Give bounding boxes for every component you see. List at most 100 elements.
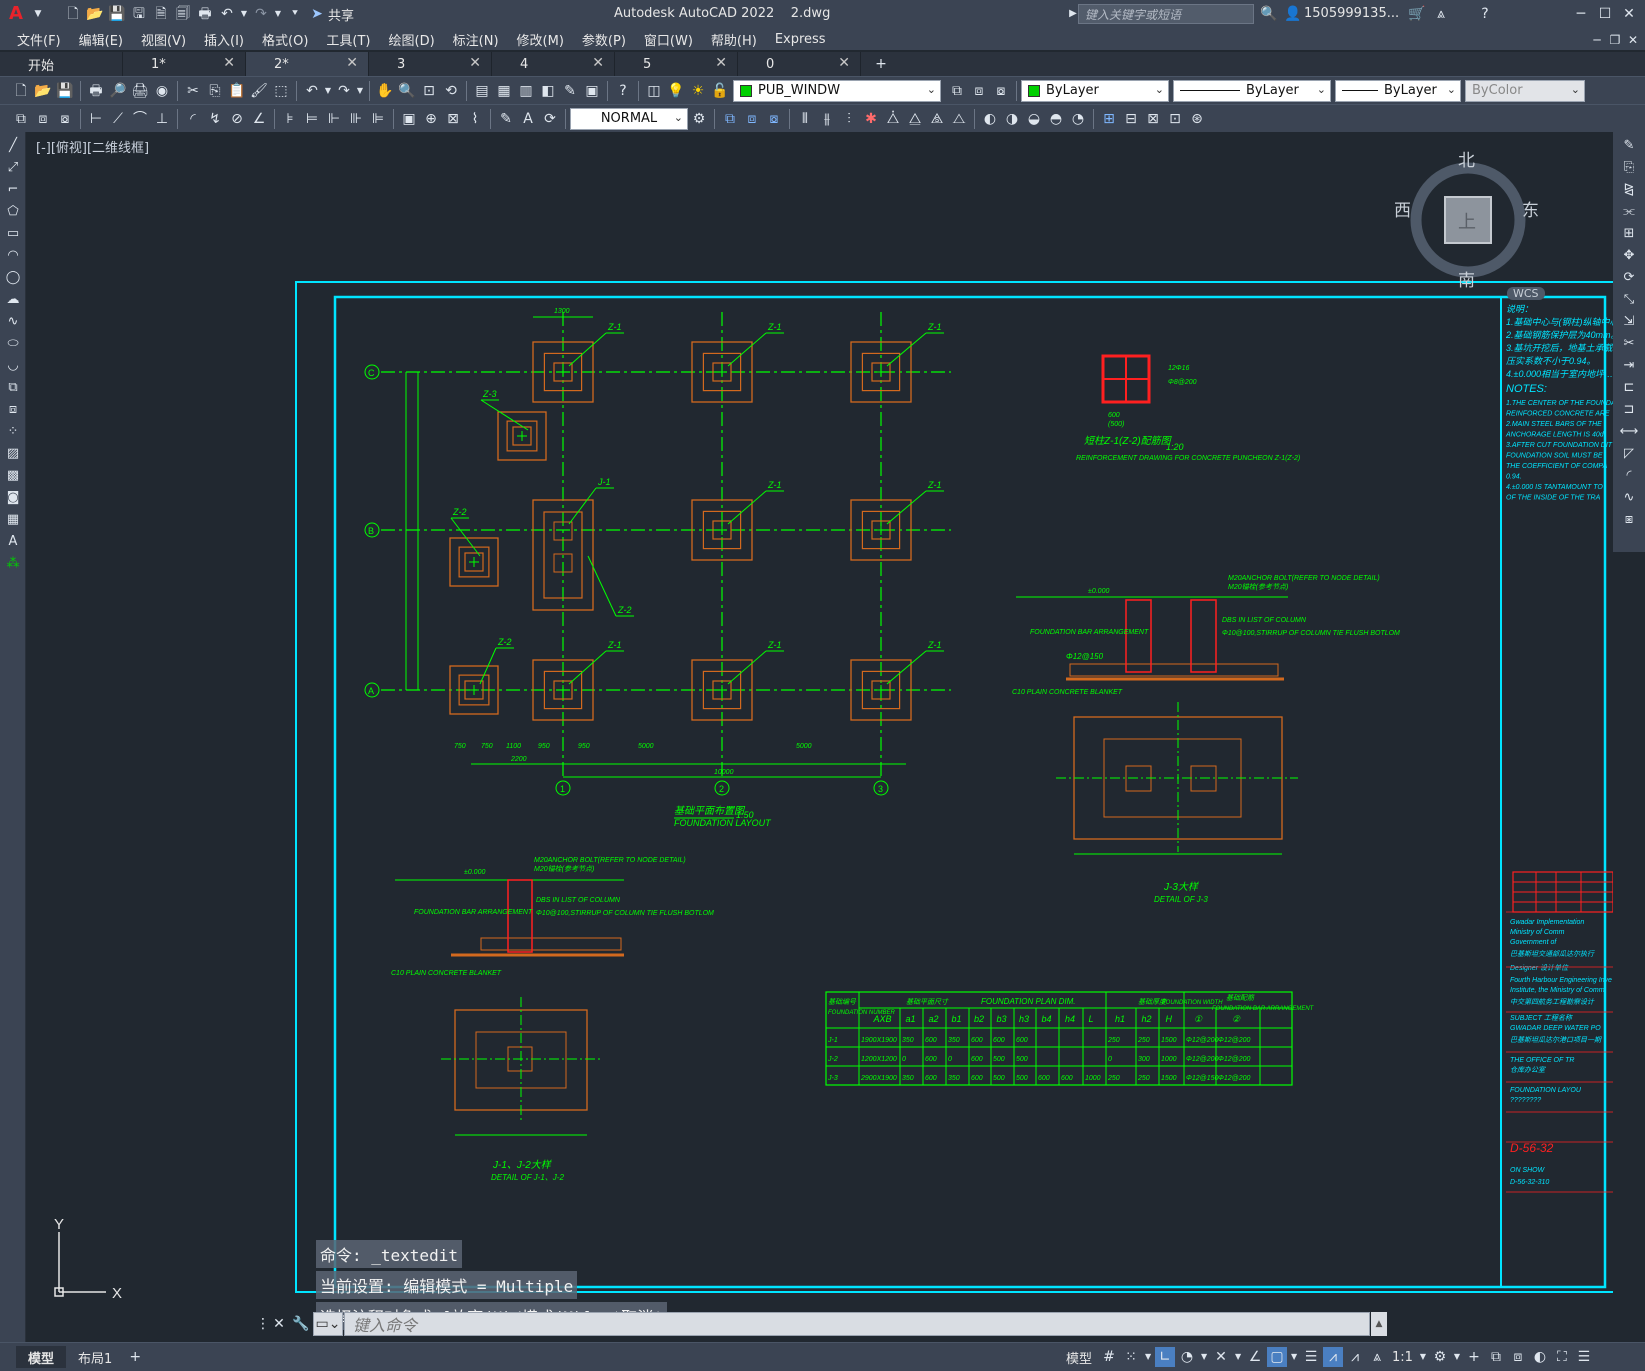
redo-icon[interactable]: ↷ xyxy=(251,4,271,24)
viewcube-north[interactable]: 北 xyxy=(1458,146,1475,171)
workspace-dd-icon[interactable]: ▼ xyxy=(1452,1347,1462,1367)
new-file-icon[interactable]: 🗋 xyxy=(63,4,83,24)
dim-continue-icon[interactable]: ⊩ xyxy=(324,109,344,129)
new-tab-icon[interactable]: + xyxy=(871,54,891,74)
osnap-dd-icon[interactable]: ▼ xyxy=(1289,1347,1299,1367)
revcloud-tool-icon[interactable]: ☁ xyxy=(3,290,23,308)
viewcube-top-face[interactable]: 上 xyxy=(1458,208,1476,234)
menu-item[interactable]: 修改(M) xyxy=(508,30,573,49)
command-history-expand-icon[interactable]: ▲ xyxy=(1371,1312,1387,1336)
calc-icon[interactable]: ▣ xyxy=(582,81,602,101)
make-current-layer-icon[interactable]: ⧉ xyxy=(947,81,967,101)
dim-update-icon[interactable]: ⟳ xyxy=(540,109,560,129)
image-icon[interactable]: ⊠ xyxy=(1143,109,1163,129)
pan-icon[interactable]: ✋ xyxy=(375,81,395,101)
rectangle-tool-icon[interactable]: ▭ xyxy=(3,224,23,242)
circle-tool-icon[interactable]: ◯ xyxy=(3,268,23,286)
auto-scale-icon[interactable]: ⩘ xyxy=(1345,1347,1365,1367)
region-tool-icon[interactable]: ◙ xyxy=(3,488,23,506)
dim-break-icon[interactable]: ⊫ xyxy=(368,109,388,129)
publish-icon[interactable]: 🖨 xyxy=(130,81,150,101)
search-icon[interactable]: 🔍 xyxy=(1259,4,1279,24)
customization-icon[interactable]: ☰ xyxy=(1574,1347,1594,1367)
dim-linear-icon[interactable]: ⊢ xyxy=(86,109,106,129)
view-1-icon[interactable]: ◐ xyxy=(980,109,1000,129)
tab-close-icon[interactable]: ✕ xyxy=(838,55,850,71)
add-selected-tool-icon[interactable]: ⁂ xyxy=(3,554,23,572)
parametric-6-icon[interactable]: ⧋ xyxy=(905,109,925,129)
layout1-tab[interactable]: 布局1 xyxy=(66,1346,124,1368)
break-point-tool-icon[interactable]: ⊏ xyxy=(1619,378,1639,396)
command-prompt-icon[interactable]: ▭⌄ xyxy=(313,1312,343,1336)
otrack-icon[interactable]: ∠ xyxy=(1245,1347,1265,1367)
close-icon[interactable]: ✕ xyxy=(1619,4,1639,24)
inspect-icon[interactable]: ⊠ xyxy=(443,109,463,129)
offset-tool-icon[interactable]: ⫘ xyxy=(1619,202,1639,220)
osnap-icon[interactable]: ▢ xyxy=(1267,1347,1288,1367)
help-search-input[interactable]: 键入关键字或短语 xyxy=(1078,4,1254,24)
save-web-icon[interactable]: 🗐 xyxy=(173,4,193,24)
parametric-8-icon[interactable]: ⧍ xyxy=(949,109,969,129)
tab-close-icon[interactable]: ✕ xyxy=(223,55,235,71)
annotation-monitor-icon[interactable]: + xyxy=(1464,1347,1484,1367)
menu-item[interactable]: 编辑(E) xyxy=(70,30,132,49)
polyline-tool-icon[interactable]: ⌐ xyxy=(3,180,23,198)
move-tool-icon[interactable]: ✥ xyxy=(1619,246,1639,264)
spline-tool-icon[interactable]: ∿ xyxy=(3,312,23,330)
plotstyle-dropdown[interactable]: ByColor ⌄ xyxy=(1465,79,1585,102)
wcs-label[interactable]: WCS xyxy=(1507,287,1545,300)
save-tb-icon[interactable]: 💾 xyxy=(55,81,75,101)
groupedit-icon[interactable]: ⧇ xyxy=(764,109,784,129)
parametric-2-icon[interactable]: ⫵ xyxy=(817,109,837,129)
snap-icon[interactable]: ⁙ xyxy=(1121,1347,1141,1367)
zoom-window-icon[interactable]: ⊡ xyxy=(419,81,439,101)
dim-aligned-icon[interactable]: ⟋ xyxy=(108,109,128,129)
user-name[interactable]: 1505999135... xyxy=(1304,6,1399,21)
polar-dd-icon[interactable]: ▼ xyxy=(1199,1347,1209,1367)
dim-baseline-icon[interactable]: ⊨ xyxy=(302,109,322,129)
tab-close-icon[interactable]: ✕ xyxy=(346,55,358,71)
erase-tool-icon[interactable]: ✎ xyxy=(1619,136,1639,154)
viewcube[interactable]: 北 南 东 西 上 xyxy=(1388,146,1548,291)
center-mark-icon[interactable]: ⊕ xyxy=(421,109,441,129)
arc-tool-icon[interactable]: ◠ xyxy=(3,246,23,264)
drawing-canvas[interactable]: [-][俯视][二维线框] C B A 1 2 3 Z-1 Z-1 Z-1 Z-1 Z-1 Z-1 Z-… xyxy=(26,132,1613,1342)
units-icon[interactable]: ⧉ xyxy=(1486,1347,1506,1367)
dimstyle-manager-icon[interactable]: ⚙ xyxy=(689,109,709,129)
viewcube-south[interactable]: 南 xyxy=(1458,266,1475,291)
qdim-icon[interactable]: ⊧ xyxy=(280,109,300,129)
annotation-scale-value[interactable]: 1:1 xyxy=(1388,1346,1417,1368)
maximize-icon[interactable]: ☐ xyxy=(1595,4,1615,24)
help-tb-icon[interactable]: ? xyxy=(613,81,633,101)
open-web-icon[interactable]: 🗎 xyxy=(151,4,171,24)
qselect-icon[interactable]: ⧈ xyxy=(33,109,53,129)
doc-close-icon[interactable]: ✕ xyxy=(1623,30,1643,50)
ungroup-icon[interactable]: ⧈ xyxy=(742,109,762,129)
dim-edit-icon[interactable]: ✎ xyxy=(496,109,516,129)
file-tab[interactable]: 开始 xyxy=(0,52,123,76)
menu-item[interactable]: 插入(I) xyxy=(195,30,253,49)
file-tab[interactable]: 3 ✕ xyxy=(369,52,492,76)
break-tool-icon[interactable]: ⊐ xyxy=(1619,400,1639,418)
menu-item[interactable]: 窗口(W) xyxy=(635,30,702,49)
extend-tool-icon[interactable]: ⇥ xyxy=(1619,356,1639,374)
menu-item[interactable]: Express xyxy=(766,32,835,47)
dim-angular-icon[interactable]: ∠ xyxy=(249,109,269,129)
3dprint-icon[interactable]: ◉ xyxy=(152,81,172,101)
view-2-icon[interactable]: ◑ xyxy=(1002,109,1022,129)
fillet-tool-icon[interactable]: ◜ xyxy=(1619,466,1639,484)
clean-screen-icon[interactable]: ⛶ xyxy=(1552,1347,1572,1367)
rotate-tool-icon[interactable]: ⟳ xyxy=(1619,268,1639,286)
designcenter-icon[interactable]: ▦ xyxy=(494,81,514,101)
user-icon[interactable]: 👤 xyxy=(1283,4,1303,24)
viewcube-west[interactable]: 西 xyxy=(1394,196,1411,221)
lineweight-icon[interactable]: ☰ xyxy=(1301,1347,1321,1367)
dim-text-edit-icon[interactable]: A xyxy=(518,109,538,129)
dim-radius-icon[interactable]: ◜ xyxy=(183,109,203,129)
draworder-icon[interactable]: ⧉ xyxy=(11,109,31,129)
command-customize-icon[interactable]: 🔧 xyxy=(291,1314,311,1334)
jogged-linear-icon[interactable]: ⌇ xyxy=(465,109,485,129)
file-tab[interactable]: 0 ✕ xyxy=(738,52,861,76)
parametric-7-icon[interactable]: ⧌ xyxy=(927,109,947,129)
menu-item[interactable]: 格式(O) xyxy=(253,30,317,49)
